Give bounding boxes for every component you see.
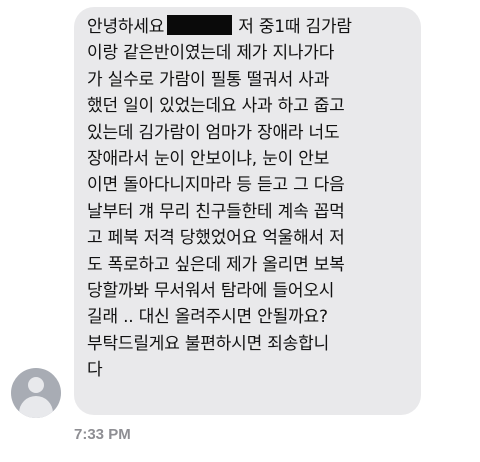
message-line: 고 페북 저격 당했었어요 억울해서 저 bbox=[87, 228, 345, 249]
message-line: 길래 .. 대신 올려주시면 안될까요? bbox=[87, 307, 328, 328]
message-line: 날부터 걔 무리 친구들한테 계속 꼽먹 bbox=[87, 201, 345, 222]
message-bubble: 안녕하세요 저 중1때 김가람 이랑 같은반이였는데 제가 지나가다 가 실수로 … bbox=[74, 7, 421, 415]
message-line: 부탁드릴게요 불편하시면 죄송합니 bbox=[87, 333, 330, 354]
default-user-icon-body bbox=[19, 396, 53, 418]
message-line: 당할까봐 무서워서 탐라에 들어오시 bbox=[87, 281, 335, 302]
message-line: 있는데 김가람이 엄마가 장애라 너도 bbox=[87, 122, 340, 143]
message-line: 장애라서 눈이 안보이냐, 눈이 안보 bbox=[87, 149, 330, 170]
message-line: 이랑 같은반이였는데 제가 지나가다 bbox=[87, 43, 335, 64]
message-line: 가 실수로 가람이 필통 떨궈서 사과 bbox=[87, 69, 330, 90]
message-greeting: 안녕하세요 bbox=[87, 17, 165, 37]
message-line: 다 bbox=[87, 360, 103, 381]
message-line: 안녕하세요 저 중1때 김가람 bbox=[87, 14, 411, 40]
message-line: 이면 돌아다니지마라 등 듣고 그 다음 bbox=[87, 175, 345, 196]
message-timestamp: 7:33 PM bbox=[74, 426, 131, 443]
redaction-box bbox=[167, 15, 233, 35]
default-user-icon bbox=[28, 377, 44, 393]
message-line: 도 폭로하고 싶은데 제가 올리면 보복 bbox=[87, 254, 345, 275]
sender-avatar[interactable] bbox=[11, 368, 61, 418]
message-line-text: 저 중1때 김가람 bbox=[238, 17, 352, 37]
message-line: 했던 일이 있었는데요 사과 하고 줍고 bbox=[87, 96, 345, 117]
